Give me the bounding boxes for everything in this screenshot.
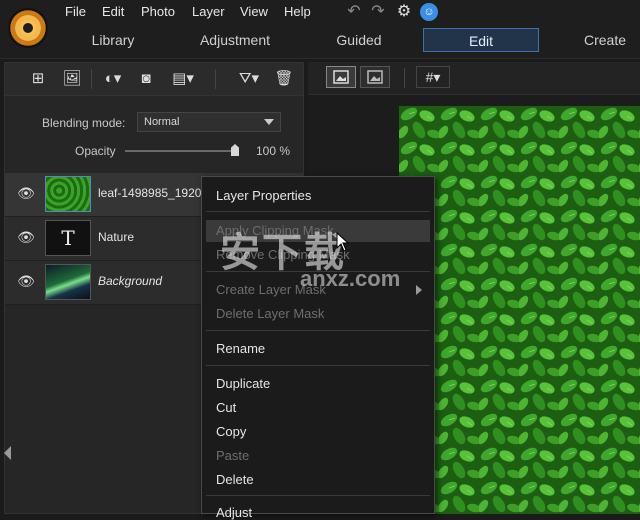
adjustment-layer-icon[interactable]: ◐▾	[99, 69, 127, 89]
menu-item-adjust[interactable]: Adjust	[216, 505, 252, 520]
menu-help[interactable]: Help	[284, 4, 311, 20]
delete-layer-icon[interactable]: 🗑	[273, 69, 295, 89]
tab-create[interactable]: Create	[578, 28, 632, 52]
chevron-down-icon	[264, 119, 274, 125]
app-logo	[8, 8, 48, 48]
undo-icon[interactable]: ↶	[345, 3, 363, 21]
menu-photo[interactable]: Photo	[141, 4, 175, 20]
filter-icon[interactable]: ⛛▾	[235, 69, 263, 89]
tab-adjustment[interactable]: Adjustment	[190, 28, 280, 52]
menu-item-layer-properties[interactable]: Layer Properties	[216, 188, 311, 203]
menu-layer[interactable]: Layer	[192, 4, 225, 20]
menu-item-delete[interactable]: Delete	[216, 472, 254, 487]
menu-item-delete-layer-mask[interactable]: Delete Layer Mask	[216, 306, 324, 321]
redo-icon[interactable]: ↷	[369, 3, 387, 21]
single-view-icon	[333, 70, 349, 84]
view-single-button[interactable]	[326, 66, 356, 88]
eye-icon[interactable]: 👁	[17, 274, 35, 288]
mask-icon[interactable]: ◙	[135, 69, 157, 89]
layers-toolbar: ⊞ 🖼 ◐▾ ◙ ▤▾ ⛛▾ 🗑	[5, 63, 303, 96]
opacity-label: Opacity	[75, 144, 116, 158]
watermark-url: anxz.com	[300, 266, 401, 291]
account-icon[interactable]: ☺	[420, 3, 438, 21]
compare-view-icon	[367, 70, 383, 84]
gear-icon[interactable]: ⚙	[395, 3, 413, 21]
tab-edit[interactable]: Edit	[423, 28, 539, 52]
menu-file[interactable]: File	[65, 4, 86, 20]
tab-library[interactable]: Library	[78, 28, 148, 52]
menu-item-copy[interactable]: Copy	[216, 424, 246, 439]
menu-edit[interactable]: Edit	[102, 4, 124, 20]
mouse-cursor-icon	[336, 232, 350, 252]
opacity-slider-thumb[interactable]	[231, 144, 239, 156]
menu-item-duplicate[interactable]: Duplicate	[216, 376, 270, 391]
grid-icon[interactable]: #▾	[416, 66, 450, 88]
blending-mode-value: Normal	[144, 116, 180, 128]
opacity-value: 100 %	[256, 144, 291, 158]
top-bar: File Edit Photo Layer View Help ↶ ↷ ⚙ ☺ …	[0, 0, 640, 59]
eye-icon[interactable]: 👁	[17, 186, 35, 200]
layer-name: leaf-1498985_1920.j	[98, 186, 208, 200]
view-compare-button[interactable]	[360, 66, 390, 88]
leaf-photo	[399, 106, 640, 514]
layer-name: Background	[98, 274, 163, 288]
layer-thumbnail-aurora	[45, 264, 91, 300]
eye-icon[interactable]: 👁	[17, 230, 35, 244]
menu-item-paste[interactable]: Paste	[216, 448, 249, 463]
opacity-slider-track[interactable]	[125, 150, 237, 152]
view-toolbar: #▾	[308, 62, 640, 95]
new-layer-icon[interactable]: ⊞	[27, 69, 49, 89]
tab-guided[interactable]: Guided	[322, 28, 396, 52]
layer-options-icon[interactable]: ▤▾	[169, 69, 197, 89]
collapse-panel-icon[interactable]	[4, 446, 11, 460]
blending-mode-label: Blending mode:	[42, 116, 126, 130]
layer-thumbnail-leaf	[45, 176, 91, 212]
photo-canvas[interactable]	[399, 106, 640, 514]
text-layer-icon: T	[45, 220, 91, 256]
blending-mode-select[interactable]: Normal	[137, 112, 281, 132]
menu-view[interactable]: View	[240, 4, 268, 20]
submenu-arrow-icon	[416, 285, 422, 295]
layer-name: Nature	[98, 230, 135, 244]
menu-item-cut[interactable]: Cut	[216, 400, 236, 415]
menu-item-rename[interactable]: Rename	[216, 341, 265, 356]
add-image-layer-icon[interactable]: 🖼	[59, 69, 85, 89]
